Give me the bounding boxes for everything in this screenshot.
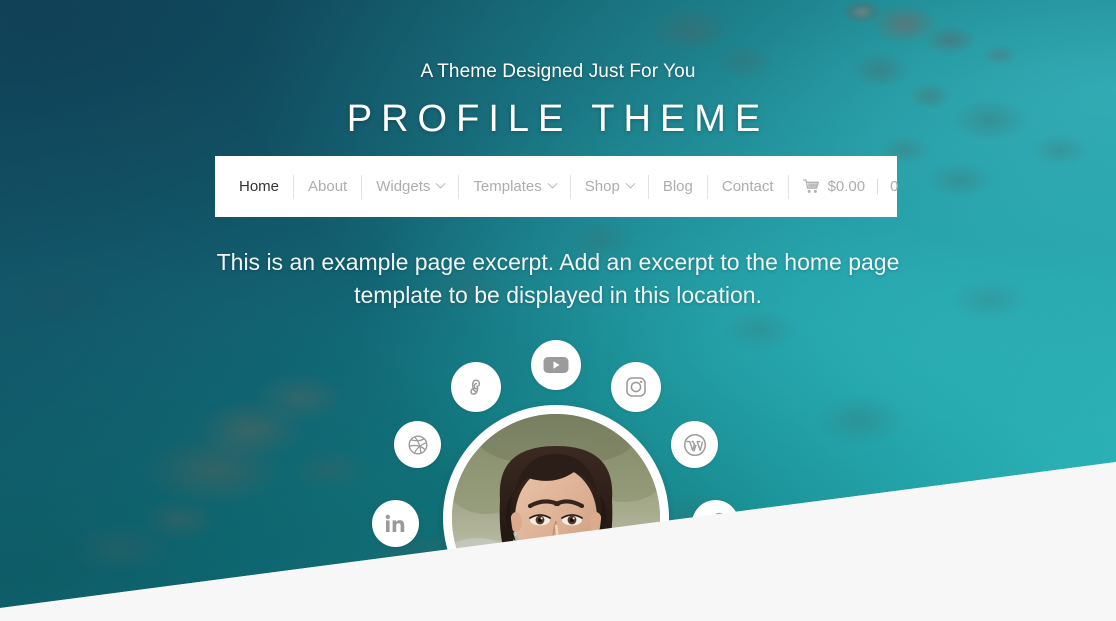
nav-item-widgets[interactable]: Widgets (362, 174, 458, 200)
nav-item-home[interactable]: Home (239, 174, 293, 200)
social-link-instagram[interactable] (611, 362, 661, 412)
site-tagline: A Theme Designed Just For You (420, 61, 696, 82)
site-title: PROFILE THEME (346, 97, 770, 140)
tumblr-icon (408, 593, 428, 615)
nav-item-blog[interactable]: Blog (649, 174, 707, 200)
social-link-facebook[interactable] (692, 500, 739, 547)
wordpress-icon (683, 433, 707, 457)
nav-list: Home About Widgets Templates Shop Blog Contact… (239, 156, 912, 217)
social-link-tumblr[interactable] (394, 580, 441, 621)
nav-item-templates[interactable]: Templates (459, 174, 569, 200)
nav-item-label: About (308, 178, 348, 195)
facebook-icon (709, 512, 723, 536)
profile-avatar (443, 405, 669, 621)
nav-item-label: Home (239, 178, 280, 195)
dribbble-icon (407, 434, 429, 456)
social-link-wordpress[interactable] (671, 421, 718, 468)
shopping-cart-icon (802, 179, 820, 194)
chevron-down-icon (547, 178, 558, 189)
cart-count: 0 (890, 178, 899, 195)
social-link-vine[interactable] (451, 362, 501, 412)
avatar-image-frame (452, 414, 660, 621)
hero-text-block: A Theme Designed Just For You PROFILE TH… (0, 60, 1116, 142)
chevron-down-icon (625, 178, 636, 189)
nav-item-label: Widgets (376, 178, 431, 195)
social-link-dribbble[interactable] (394, 421, 441, 468)
nav-item-shop[interactable]: Shop (571, 174, 648, 200)
youtube-icon (543, 355, 569, 375)
social-link-youtube[interactable] (531, 340, 581, 390)
vine-icon (465, 376, 487, 398)
nav-item-contact[interactable]: Contact (708, 174, 788, 200)
nav-item-label: Templates (473, 178, 542, 195)
social-link-linkedin[interactable] (372, 500, 419, 547)
linkedin-icon (384, 514, 408, 534)
nav-item-label: Contact (721, 178, 774, 195)
page-excerpt: This is an example page excerpt. Add an … (216, 249, 900, 308)
nav-item-label: Shop (584, 178, 620, 195)
instagram-icon (625, 376, 647, 398)
chevron-down-icon (435, 178, 446, 189)
cart-amount: $0.00 (827, 178, 866, 195)
twitter-icon (682, 593, 707, 614)
main-navigation[interactable]: Home About Widgets Templates Shop Blog Contact… (215, 156, 898, 217)
nav-item-label: Blog (662, 178, 693, 195)
nav-item-about[interactable]: About (294, 174, 361, 200)
social-link-twitter[interactable] (671, 580, 718, 621)
avatar-portrait-image (452, 414, 660, 621)
cart-link[interactable]: $0.00 0 (789, 174, 913, 200)
cart-divider (877, 179, 879, 194)
page-root: A Theme Designed Just For You PROFILE TH… (0, 0, 1116, 621)
